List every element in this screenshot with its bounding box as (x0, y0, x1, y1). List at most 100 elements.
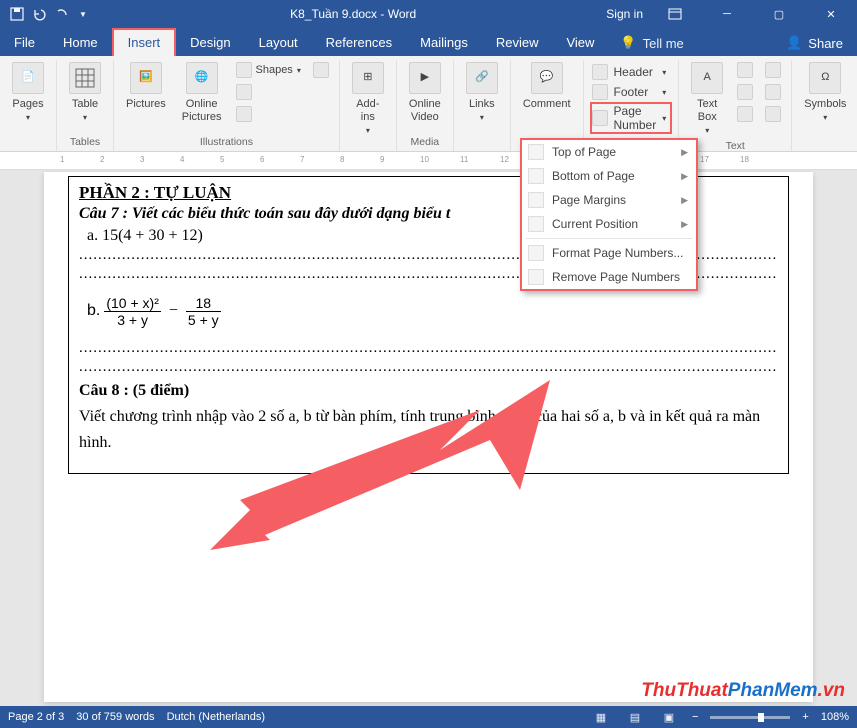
dd-current-position[interactable]: Current Position▶ (522, 212, 696, 236)
pictures-icon: 🖼️ (130, 62, 162, 94)
group-illustrations: 🖼️Pictures 🌐Online Pictures Shapes▾ Illu… (114, 60, 340, 151)
header-icon (592, 64, 608, 80)
dd-format-page-numbers[interactable]: Format Page Numbers... (522, 241, 696, 265)
addins-icon: ⊞ (352, 62, 384, 94)
quickparts-button[interactable] (733, 60, 757, 80)
minimize-button[interactable]: ─ (707, 0, 747, 28)
group-tables: Table▾ Tables (57, 60, 114, 151)
print-layout-icon[interactable]: ▤ (624, 709, 646, 725)
chart-icon (236, 106, 252, 122)
tab-insert[interactable]: Insert (112, 28, 177, 56)
comment-button[interactable]: 💬Comment (517, 60, 577, 113)
pictures-button[interactable]: 🖼️Pictures (120, 60, 172, 113)
zoom-level[interactable]: 108% (821, 711, 849, 723)
quickparts-icon (737, 62, 753, 78)
wordart-button[interactable] (733, 82, 757, 102)
pages-button[interactable]: 📄Pages▾ (6, 60, 50, 125)
tab-layout[interactable]: Layout (245, 30, 312, 56)
word-count[interactable]: 30 of 759 words (76, 711, 154, 723)
dd-top-of-page[interactable]: Top of Page▶ (522, 140, 696, 164)
tell-me[interactable]: 💡Tell me (608, 30, 695, 56)
footer-button[interactable]: Footer▾ (590, 82, 673, 102)
dropcap-icon (737, 106, 753, 122)
tab-mailings[interactable]: Mailings (406, 30, 482, 56)
dotted-line: ........................................… (79, 340, 778, 357)
pages-icon: 📄 (12, 62, 44, 94)
margins-icon (528, 192, 544, 208)
read-mode-icon[interactable]: ▦ (590, 709, 612, 725)
symbols-button[interactable]: ΩSymbols▾ (798, 60, 852, 125)
screenshot-icon (313, 62, 329, 78)
tab-design[interactable]: Design (176, 30, 244, 56)
dotted-line: ........................................… (79, 359, 778, 376)
textbox-icon: A (691, 62, 723, 94)
group-pages: 📄Pages▾ (0, 60, 57, 151)
links-icon: 🔗 (466, 62, 498, 94)
document-area[interactable]: PHẦN 2 : TỰ LUẬN Câu 7 : Viết các biểu t… (0, 170, 857, 710)
shapes-icon (236, 62, 252, 78)
textbox-button[interactable]: AText Box▾ (685, 60, 729, 138)
position-icon (528, 216, 544, 232)
group-links: 🔗Links▾ (454, 60, 511, 151)
group-addins: ⊞Add- ins▾ (340, 60, 397, 151)
chart-button[interactable] (232, 104, 305, 124)
comment-icon: 💬 (531, 62, 563, 94)
maximize-button[interactable]: ▢ (759, 0, 799, 28)
group-symbols: ΩSymbols▾ (792, 60, 857, 151)
group-label: Media (411, 134, 440, 151)
group-label: Tables (70, 134, 100, 151)
format-icon (528, 245, 544, 261)
video-icon: ▶ (409, 62, 441, 94)
table-button[interactable]: Table▾ (63, 60, 107, 125)
online-pictures-button[interactable]: 🌐Online Pictures (176, 60, 228, 126)
save-icon[interactable] (8, 5, 26, 23)
web-layout-icon[interactable]: ▣ (658, 709, 680, 725)
tab-home[interactable]: Home (49, 30, 112, 56)
zoom-out-button[interactable]: − (692, 711, 698, 723)
ribbon-display-icon[interactable] (655, 0, 695, 28)
ribbon: 📄Pages▾ Table▾ Tables 🖼️Pictures 🌐Online… (0, 56, 857, 152)
undo-icon[interactable] (30, 5, 48, 23)
tab-file[interactable]: File (0, 30, 49, 56)
zoom-slider[interactable] (710, 716, 790, 719)
language-indicator[interactable]: Dutch (Netherlands) (167, 711, 265, 723)
dd-remove-page-numbers[interactable]: Remove Page Numbers (522, 265, 696, 289)
dd-page-margins[interactable]: Page Margins▶ (522, 188, 696, 212)
addins-button[interactable]: ⊞Add- ins▾ (346, 60, 390, 138)
screenshot-button[interactable] (309, 60, 333, 80)
links-button[interactable]: 🔗Links▾ (460, 60, 504, 125)
horizontal-ruler[interactable]: 1 2 3 4 5 6 7 8 9 10 11 12 13 14 15 16 1… (0, 152, 857, 170)
redo-icon[interactable] (52, 5, 70, 23)
tab-references[interactable]: References (312, 30, 406, 56)
group-media: ▶Online Video Media (397, 60, 454, 151)
window-title: K8_Tuần 9.docx - Word (100, 7, 606, 21)
online-video-button[interactable]: ▶Online Video (403, 60, 447, 126)
object-button[interactable] (761, 104, 785, 124)
question-8-body: Viết chương trình nhập vào 2 số a, b từ … (79, 404, 778, 455)
smartart-button[interactable] (232, 82, 305, 102)
smartart-icon (236, 84, 252, 100)
shapes-button[interactable]: Shapes▾ (232, 60, 305, 80)
header-button[interactable]: Header▾ (590, 62, 673, 82)
wordart-icon (737, 84, 753, 100)
qat-dropdown-icon[interactable]: ▼ (74, 5, 92, 23)
tab-view[interactable]: View (552, 30, 608, 56)
page-number-button[interactable]: Page Number▾ (590, 102, 673, 134)
symbols-icon: Ω (809, 62, 841, 94)
object-icon (765, 106, 781, 122)
datetime-button[interactable] (761, 82, 785, 102)
tab-review[interactable]: Review (482, 30, 553, 56)
share-button[interactable]: 👤Share (772, 30, 857, 56)
question-8-heading: Câu 8 : (5 điểm) (79, 382, 778, 400)
signature-button[interactable] (761, 60, 785, 80)
sign-in-link[interactable]: Sign in (606, 7, 643, 21)
dd-bottom-of-page[interactable]: Bottom of Page▶ (522, 164, 696, 188)
close-button[interactable]: ✕ (811, 0, 851, 28)
titlebar: ▼ K8_Tuần 9.docx - Word Sign in ─ ▢ ✕ (0, 0, 857, 28)
dropcap-button[interactable] (733, 104, 757, 124)
quick-access-toolbar: ▼ (0, 5, 100, 23)
lightbulb-icon: 💡 (620, 35, 636, 51)
bottom-icon (528, 168, 544, 184)
zoom-in-button[interactable]: + (802, 711, 808, 723)
page-indicator[interactable]: Page 2 of 3 (8, 711, 64, 723)
